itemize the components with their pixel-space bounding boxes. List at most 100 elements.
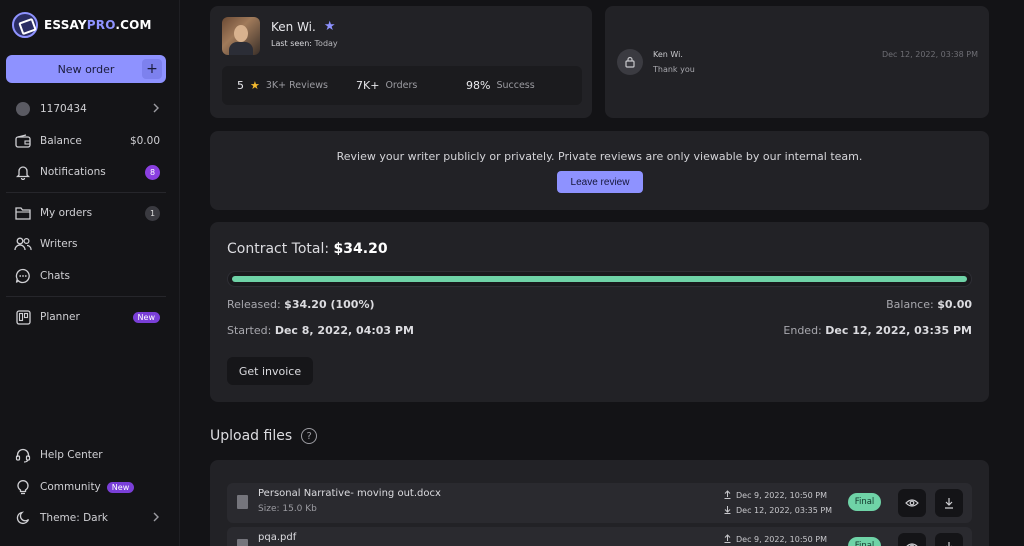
download-icon [945, 498, 953, 509]
payment-progress-fill [232, 276, 967, 282]
started-label: Started: [227, 324, 272, 337]
file-name[interactable]: pqa.pdf [258, 532, 296, 543]
wallet-icon [14, 132, 32, 150]
folder-icon [14, 204, 32, 222]
file-size: Size: 15.0 Kb [258, 504, 317, 514]
writer-last-seen: Last seen: Today [271, 39, 338, 48]
preview-eye-button[interactable] [898, 533, 926, 546]
sidebar-item-my-orders[interactable]: My orders 1 [14, 202, 160, 224]
sidebar-item-balance[interactable]: Balance $0.00 [14, 130, 160, 152]
sidebar-item-planner[interactable]: Planner New [14, 306, 160, 328]
upload-files-heading: Upload files ? [210, 428, 318, 444]
new-order-button[interactable]: New order + [6, 55, 166, 83]
sidebar-item-writers[interactable]: Writers [14, 233, 160, 255]
chevron-right-icon [152, 103, 160, 116]
leave-review-button[interactable]: Leave review [557, 171, 643, 193]
success-value: 98% [466, 79, 491, 92]
document-icon [237, 539, 248, 546]
community-new-badge: New [106, 481, 135, 493]
sidebar-divider [6, 192, 166, 193]
eye-icon [905, 499, 919, 507]
rating-star-icon: ★ [250, 79, 260, 92]
community-label: Community [40, 481, 101, 493]
released-label: Released: [227, 298, 281, 311]
favorite-star-icon[interactable]: ★ [324, 19, 336, 34]
chat-bubble-icon [14, 267, 32, 285]
get-invoice-button[interactable]: Get invoice [227, 357, 313, 385]
orders-value: 7K+ [356, 79, 380, 92]
sidebar: ESSAYPRO.COM New order + 1170434 Balance… [0, 0, 180, 546]
success-stat: 98% Success [466, 79, 535, 92]
files-list: Personal Narrative- moving out.docx Size… [210, 460, 989, 546]
balance-label: Balance [40, 135, 82, 147]
chat-timestamp: Dec 12, 2022, 03:38 PM [881, 50, 978, 59]
sidebar-item-theme[interactable]: Theme: Dark [14, 507, 160, 529]
released-row: Released: $34.20 (100%) [227, 298, 375, 311]
file-uploaded-value: Dec 9, 2022, 10:50 PM [736, 535, 827, 544]
contract-balance-value: $0.00 [937, 298, 972, 311]
download-button[interactable] [935, 489, 963, 517]
review-card: Review your writer publicly or privately… [210, 131, 989, 210]
rating-value: 5 [237, 79, 244, 92]
writer-name[interactable]: Ken Wi. [271, 20, 316, 34]
brand-logo[interactable]: ESSAYPRO.COM [12, 12, 152, 38]
sidebar-divider [6, 296, 166, 297]
ended-label: Ended: [783, 324, 822, 337]
ended-row: Ended: Dec 12, 2022, 03:35 PM [783, 324, 972, 337]
upload-arrow-icon [724, 490, 731, 501]
notifications-count-badge: 8 [145, 164, 160, 180]
user-id: 1170434 [40, 103, 87, 115]
reviews-count: 3K+ Reviews [265, 80, 328, 91]
new-order-plus-icon[interactable]: + [142, 59, 162, 79]
last-seen-label: Last seen: [271, 39, 312, 48]
contract-total-value: $34.20 [333, 241, 388, 257]
moon-icon [14, 509, 32, 527]
contract-balance-row: Balance: $0.00 [886, 298, 972, 311]
contract-balance-label: Balance: [886, 298, 934, 311]
chat-sender-name: Ken Wi. [653, 50, 683, 59]
sidebar-item-profile[interactable]: 1170434 [14, 98, 160, 120]
upload-arrow-icon [724, 534, 731, 545]
help-center-label: Help Center [40, 449, 103, 461]
file-uploaded-value: Dec 9, 2022, 10:50 PM [736, 491, 827, 500]
lightbulb-icon [14, 478, 32, 496]
released-value: $34.20 (100%) [284, 298, 375, 311]
sidebar-item-chats[interactable]: Chats [14, 265, 160, 287]
planner-new-badge: New [132, 311, 160, 323]
sidebar-item-help-center[interactable]: Help Center [14, 444, 160, 466]
writer-stats: 5 ★ 3K+ Reviews 7K+ Orders 98% Success [222, 66, 582, 105]
started-value: Dec 8, 2022, 04:03 PM [274, 324, 414, 337]
ended-value: Dec 12, 2022, 03:35 PM [825, 324, 972, 337]
file-row[interactable]: Personal Narrative- moving out.docx Size… [227, 483, 972, 523]
payment-progress-bar [227, 271, 972, 287]
file-name[interactable]: Personal Narrative- moving out.docx [258, 488, 441, 499]
file-row[interactable]: pqa.pdf Dec 9, 2022, 10:50 PM Final [227, 527, 972, 546]
help-question-icon[interactable]: ? [301, 428, 318, 444]
my-orders-label: My orders [40, 207, 93, 219]
review-prompt-text: Review your writer publicly or privately… [336, 150, 863, 163]
headset-icon [14, 446, 32, 464]
eye-icon [906, 543, 918, 546]
orders-stat: 7K+ Orders [356, 79, 417, 92]
file-downloaded-date: Dec 12, 2022, 03:35 PM [724, 505, 832, 516]
download-button[interactable] [935, 533, 963, 546]
planner-label: Planner [40, 311, 80, 323]
writer-avatar[interactable] [222, 17, 260, 55]
sidebar-item-notifications[interactable]: Notifications 8 [14, 161, 160, 183]
final-status-badge: Final [848, 493, 881, 511]
chat-preview-card[interactable]: Ken Wi. Thank you Dec 12, 2022, 03:38 PM [605, 6, 989, 118]
chevron-right-icon [152, 512, 160, 525]
my-orders-count-badge: 1 [145, 205, 160, 221]
preview-eye-button[interactable] [898, 489, 926, 517]
started-row: Started: Dec 8, 2022, 04:03 PM [227, 324, 414, 337]
file-downloaded-value: Dec 12, 2022, 03:35 PM [736, 506, 833, 515]
writer-card: Ken Wi. ★ Last seen: Today 5 ★ 3K+ Revie… [210, 6, 592, 118]
upload-files-title: Upload files [210, 428, 293, 444]
last-seen-value: Today [314, 39, 338, 48]
writers-label: Writers [40, 238, 78, 250]
planner-board-icon [14, 308, 32, 326]
sidebar-item-community[interactable]: Community New [14, 476, 160, 498]
file-uploaded-date: Dec 9, 2022, 10:50 PM [724, 490, 827, 501]
lock-icon [617, 49, 643, 75]
new-order-label: New order [57, 62, 115, 76]
